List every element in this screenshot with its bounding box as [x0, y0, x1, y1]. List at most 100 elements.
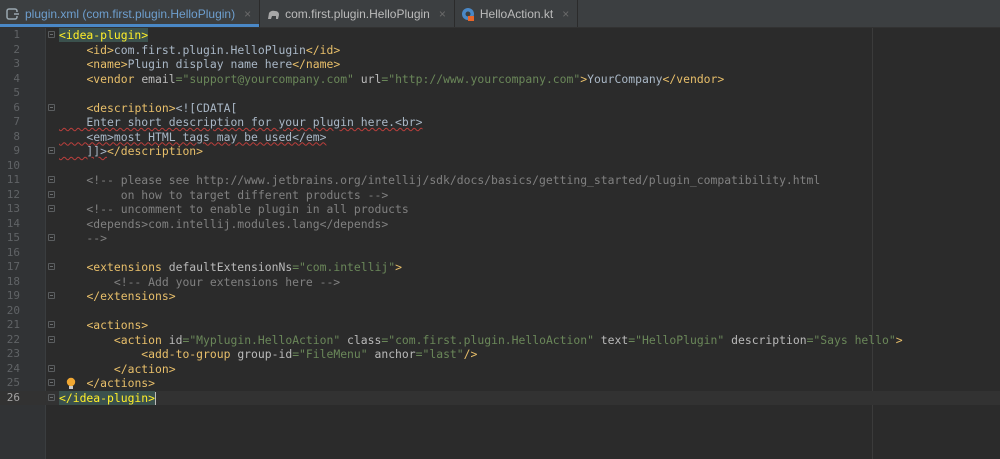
code-line[interactable]: 15 -->: [0, 231, 1000, 246]
xml-tag: <actions>: [86, 318, 149, 332]
close-icon[interactable]: ×: [562, 7, 569, 21]
code-text: ]]></description>: [59, 144, 203, 159]
code-text: <description><![CDATA[: [59, 101, 237, 116]
code-line[interactable]: 23 <add-to-group group-id="FileMenu" anc…: [0, 347, 1000, 362]
code-line[interactable]: 6 <description><![CDATA[: [0, 101, 1000, 116]
code-text: <!-- uncomment to enable plugin in all p…: [59, 202, 408, 217]
tab-gradle-build[interactable]: com.first.plugin.HelloPlugin ×: [260, 0, 455, 27]
code-line[interactable]: 25 </actions>: [0, 376, 1000, 391]
line-number: 12: [6, 187, 20, 201]
line-number: 11: [6, 173, 20, 186]
xml-attribute: defaultExtensionNs: [168, 260, 293, 274]
xml-text: <![CDATA[: [175, 100, 238, 115]
xml-tag: <name>: [86, 57, 128, 71]
fold-marker-icon[interactable]: [48, 234, 55, 241]
code-line[interactable]: 19 </extensions>: [0, 289, 1000, 304]
xml-tag: />: [463, 347, 478, 361]
xml-text: [59, 43, 86, 57]
xml-tag: </id>: [305, 42, 341, 57]
code-text: Enter short description for your plugin …: [59, 115, 422, 130]
xml-text: Enter short description for your plugin …: [59, 115, 423, 129]
xml-tag: </actions>: [86, 376, 156, 390]
code-editor[interactable]: 1 <idea-plugin> 2 <id>com.first.plugin.Hel…: [0, 28, 1000, 405]
xml-text: ]]>: [59, 144, 108, 158]
line-number: 9: [13, 144, 20, 157]
tab-label: HelloAction.kt: [479, 6, 554, 21]
code-line[interactable]: 9 ]]></description>: [0, 144, 1000, 159]
fold-marker-icon[interactable]: [48, 263, 55, 270]
line-number: 16: [6, 245, 20, 259]
code-line[interactable]: 21 <actions>: [0, 318, 1000, 333]
code-line[interactable]: 12 on how to target different products -…: [0, 188, 1000, 203]
fold-marker-icon[interactable]: [48, 147, 55, 154]
xml-tag: </vendor>: [662, 71, 725, 86]
line-number: 8: [13, 129, 20, 143]
fold-marker-icon[interactable]: [48, 379, 55, 386]
code-text: <id>com.first.plugin.HelloPlugin</id>: [59, 43, 340, 58]
xml-attribute: text: [593, 332, 629, 347]
xml-comment: <depends>com.intellij.modules.lang</depe…: [59, 216, 389, 231]
xml-tag: <extensions: [86, 260, 169, 274]
fold-marker-icon[interactable]: [48, 190, 55, 198]
code-text: </idea-plugin>: [59, 390, 157, 406]
code-line[interactable]: 16: [0, 246, 1000, 261]
code-text: -->: [59, 231, 107, 246]
code-line[interactable]: 3 <name>Plugin display name here</name>: [0, 57, 1000, 72]
line-number: 13: [6, 202, 20, 215]
xml-text: YourCompany: [587, 71, 663, 86]
code-line[interactable]: 1 <idea-plugin>: [0, 28, 1000, 43]
code-line[interactable]: 22 <action id="Myplugin.HelloAction" cla…: [0, 333, 1000, 348]
gradle-elephant-icon: [266, 7, 280, 21]
code-line[interactable]: 5: [0, 86, 1000, 101]
fold-marker-icon[interactable]: [48, 205, 55, 212]
code-line[interactable]: 18 <!-- Add your extensions here -->: [0, 275, 1000, 290]
xml-attribute-value: ="last": [415, 347, 464, 361]
fold-marker-icon[interactable]: [48, 176, 55, 183]
xml-text: [59, 260, 86, 274]
xml-text: [59, 289, 86, 303]
code-text: <!-- please see http://www.jetbrains.org…: [59, 173, 820, 188]
xml-file-icon: [6, 7, 20, 21]
xml-text: [59, 347, 141, 361]
tab-plugin-xml[interactable]: plugin.xml (com.first.plugin.HelloPlugin…: [0, 0, 261, 27]
close-icon[interactable]: ×: [439, 7, 446, 21]
code-line[interactable]: 26 </idea-plugin>: [0, 390, 1000, 406]
code-line[interactable]: 2 <id>com.first.plugin.HelloPlugin</id>: [0, 43, 1000, 58]
fold-marker-icon[interactable]: [48, 393, 55, 401]
xml-attribute: url: [353, 71, 382, 86]
xml-text: [59, 57, 86, 71]
code-line[interactable]: 4 <vendor email="support@yourcompany.com…: [0, 72, 1000, 87]
xml-attribute: description: [724, 332, 807, 347]
code-text: <depends>com.intellij.modules.lang</depe…: [59, 217, 388, 232]
fold-marker-icon[interactable]: [48, 321, 55, 328]
xml-tag: >: [395, 260, 402, 274]
xml-tag: <action: [113, 332, 169, 347]
xml-tag: </idea-plugin>: [59, 390, 156, 405]
code-line[interactable]: 14 <depends>com.intellij.modules.lang</d…: [0, 217, 1000, 232]
code-text: <!-- Add your extensions here -->: [59, 275, 340, 290]
fold-marker-icon[interactable]: [48, 103, 55, 111]
code-line[interactable]: 10: [0, 159, 1000, 174]
code-line[interactable]: 17 <extensions defaultExtensionNs="com.i…: [0, 260, 1000, 275]
code-line[interactable]: 7 Enter short description for your plugi…: [0, 115, 1000, 130]
code-line[interactable]: 13 <!-- uncomment to enable plugin in al…: [0, 202, 1000, 217]
xml-tag: >: [895, 332, 903, 347]
fold-marker-icon[interactable]: [48, 31, 55, 38]
xml-attribute-value: ="Myplugin.HelloAction": [182, 332, 341, 347]
xml-attribute: class: [340, 332, 382, 347]
line-number: 6: [13, 100, 20, 114]
fold-marker-icon[interactable]: [48, 292, 55, 299]
line-number: 23: [6, 347, 20, 360]
code-line[interactable]: 24 </action>: [0, 362, 1000, 377]
tab-hello-action-kt[interactable]: HelloAction.kt ×: [455, 0, 579, 27]
code-line[interactable]: 20: [0, 304, 1000, 319]
xml-text: [59, 333, 114, 347]
fold-marker-icon[interactable]: [48, 364, 55, 372]
fold-marker-icon[interactable]: [48, 335, 55, 343]
close-icon[interactable]: ×: [244, 7, 251, 21]
code-line[interactable]: 11 <!-- please see http://www.jetbrains.…: [0, 173, 1000, 188]
xml-text: [59, 318, 86, 332]
xml-text: Plugin display name here: [127, 57, 293, 71]
line-number: 19: [6, 289, 20, 302]
code-line[interactable]: 8 <em>most HTML tags may be used</em>: [0, 130, 1000, 145]
